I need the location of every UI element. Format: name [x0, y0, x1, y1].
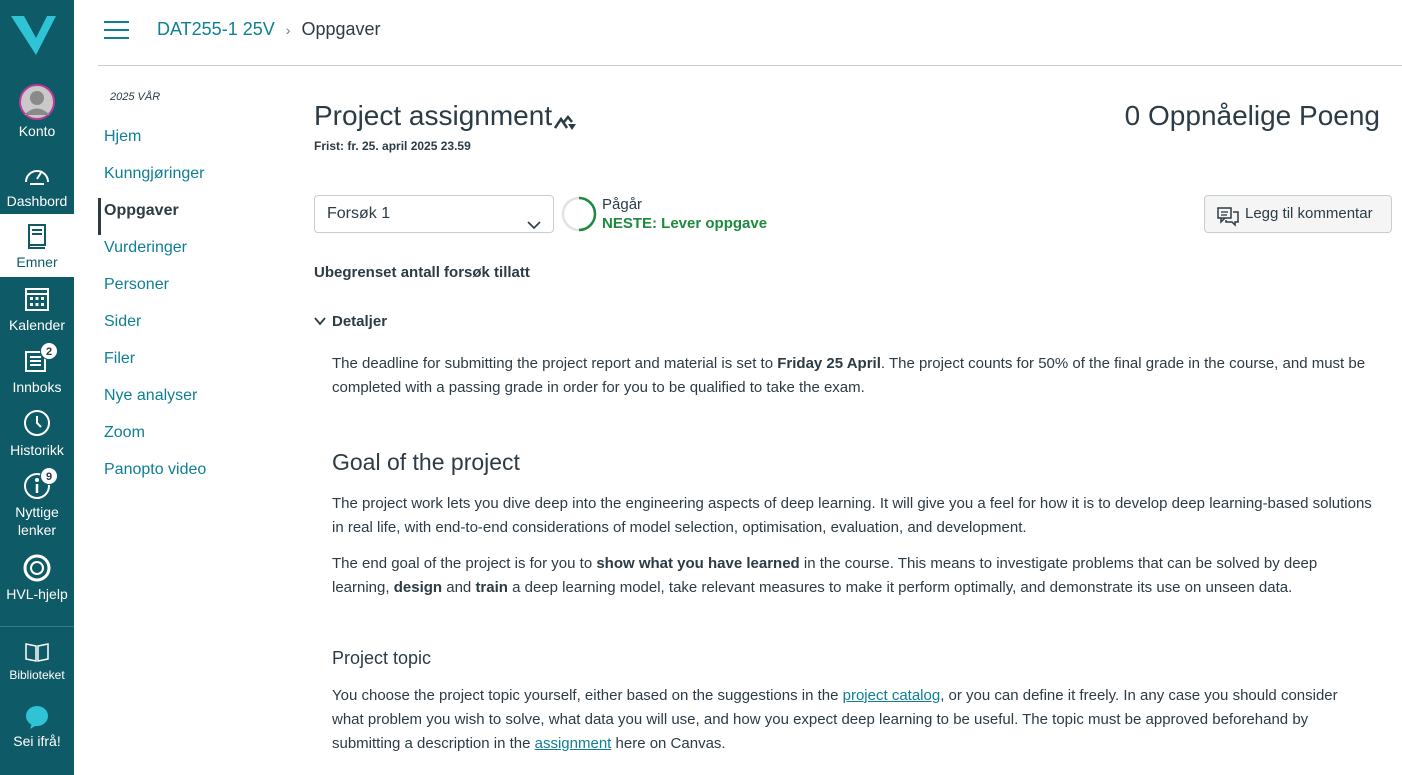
chevron-down-icon	[314, 313, 326, 326]
lifebuoy-icon	[22, 553, 52, 583]
links-badge: 9	[40, 467, 58, 485]
deadline-paragraph: The deadline for submitting the project …	[332, 352, 1372, 400]
attempt-select-value: Forsøk 1	[327, 205, 391, 222]
details-label: Detaljer	[332, 313, 388, 330]
breadcrumb-course-link[interactable]: DAT255-1 25V	[157, 19, 275, 39]
deadline-emphasis: Friday 25 April	[777, 355, 881, 372]
course-nav-people[interactable]: Personer	[98, 272, 298, 309]
course-nav-analytics[interactable]: Nye analyser	[98, 383, 298, 420]
text: a deep learning model, take relevant mea…	[507, 579, 1293, 596]
goal-paragraph-1: The project work lets you dive deep into…	[332, 495, 1372, 536]
emphasis: train	[475, 579, 508, 596]
course-nav: Hjem Kunngjøringer Oppgaver Vurderinger …	[98, 124, 298, 494]
dashboard-icon	[22, 160, 52, 190]
inbox-badge: 2	[40, 342, 58, 360]
text: The end goal of the project is for you t…	[332, 555, 597, 572]
text: here on Canvas.	[611, 735, 726, 752]
breadcrumb: DAT255-1 25V › Oppgaver	[157, 18, 381, 41]
nav-speak-up-label: Sei ifrå!	[13, 733, 61, 749]
assignment-title: Project assignment	[314, 100, 553, 131]
nav-account-label: Konto	[18, 123, 56, 139]
course-menu-toggle-button[interactable]	[104, 21, 129, 41]
attempts-info: Ubegrenset antall forsøk tillatt	[314, 264, 530, 281]
mastery-paths-icon[interactable]	[553, 113, 576, 133]
text: and	[442, 579, 476, 596]
clock-icon	[22, 409, 52, 439]
speech-bubble-icon	[22, 704, 52, 730]
attempt-select[interactable]: Forsøk 1	[314, 195, 554, 233]
chevron-down-icon	[527, 208, 541, 230]
nav-links-label-2: lenker	[17, 522, 57, 538]
nav-speak-up[interactable]: Sei ifrå!	[0, 704, 74, 750]
nav-calendar-label: Kalender	[8, 317, 66, 333]
assignment-points: 0 Oppnåelige Poeng	[1124, 100, 1380, 131]
avatar	[19, 84, 55, 120]
open-book-icon	[22, 640, 52, 664]
inbox-icon: 2	[22, 342, 58, 376]
nav-inbox-label: Innboks	[12, 379, 62, 395]
nav-help[interactable]: HVL-hjelp	[0, 553, 74, 603]
emphasis: show what you have learned	[596, 555, 800, 572]
nav-useful-links[interactable]: 9 Nyttige lenker	[0, 467, 74, 539]
nav-account[interactable]: Konto	[0, 84, 74, 140]
header-divider	[98, 65, 1402, 66]
topic-paragraph: You choose the project topic yourself, e…	[332, 684, 1372, 756]
nav-calendar[interactable]: Kalender	[0, 284, 74, 334]
nav-dashboard[interactable]: Dashbord	[0, 160, 74, 210]
text: You choose the project topic yourself, e…	[332, 687, 843, 704]
comment-icon	[1217, 205, 1239, 227]
hvl-logo[interactable]	[0, 0, 74, 72]
book-icon	[22, 221, 52, 251]
course-nav-assignments[interactable]: Oppgaver	[98, 198, 298, 235]
goal-heading: Goal of the project	[332, 449, 520, 475]
assignment-deadline: Frist: fr. 25. april 2025 23.59	[314, 139, 471, 153]
breadcrumb-separator: ›	[285, 22, 291, 38]
course-nav-panopto[interactable]: Panopto video	[98, 457, 298, 494]
course-nav-zoom[interactable]: Zoom	[98, 420, 298, 457]
details-toggle[interactable]: Detaljer	[314, 313, 387, 330]
nav-inbox[interactable]: 2 Innboks	[0, 342, 74, 396]
course-nav-announcements[interactable]: Kunngjøringer	[98, 161, 298, 198]
global-nav: Konto Dashbord Emner Kalender 2 Innboks …	[0, 0, 74, 775]
progress-ring-icon	[561, 196, 597, 232]
goal-paragraph-2: The end goal of the project is for you t…	[332, 552, 1372, 600]
add-comment-label: Legg til kommentar	[1245, 205, 1373, 222]
nav-library[interactable]: Biblioteket	[0, 640, 74, 684]
assignment-link[interactable]: assignment	[535, 735, 612, 752]
next-step-label: NESTE: Lever oppgave	[602, 215, 768, 232]
breadcrumb-current: Oppgaver	[301, 19, 381, 39]
course-nav-files[interactable]: Filer	[98, 346, 298, 383]
course-nav-home[interactable]: Hjem	[98, 124, 298, 161]
topic-heading: Project topic	[332, 648, 432, 668]
assignment-description: The deadline for submitting the project …	[332, 352, 1372, 768]
nav-history[interactable]: Historikk	[0, 409, 74, 459]
nav-divider	[0, 626, 74, 627]
nav-courses[interactable]: Emner	[0, 214, 74, 277]
text: The deadline for submitting the project …	[332, 355, 778, 372]
course-nav-grades[interactable]: Vurderinger	[98, 235, 298, 272]
project-catalog-link[interactable]: project catalog	[843, 687, 941, 704]
nav-help-label: HVL-hjelp	[6, 586, 68, 602]
nav-library-label: Biblioteket	[9, 668, 65, 682]
nav-links-label-1: Nyttige	[15, 504, 59, 520]
submission-status: Pågår	[602, 196, 643, 213]
course-term: 2025 VÅR	[110, 91, 161, 103]
course-nav-pages[interactable]: Sider	[98, 309, 298, 346]
nav-history-label: Historikk	[10, 442, 64, 458]
nav-dashboard-label: Dashbord	[6, 193, 68, 209]
nav-courses-label: Emner	[16, 254, 58, 270]
info-icon: 9	[22, 467, 58, 501]
emphasis: design	[393, 579, 443, 596]
calendar-icon	[22, 284, 52, 314]
add-comment-button[interactable]: Legg til kommentar	[1204, 195, 1392, 233]
